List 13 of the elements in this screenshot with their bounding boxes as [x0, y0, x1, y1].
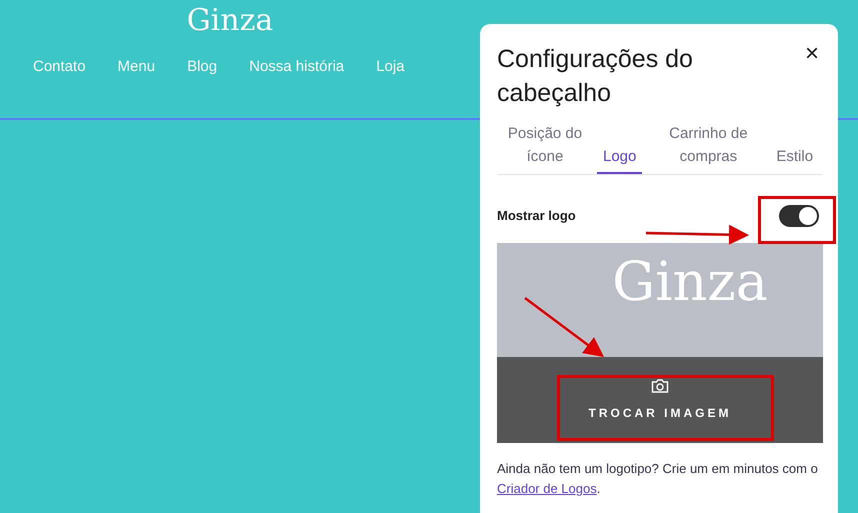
tab[interactable]: Estilo: [770, 145, 820, 174]
close-button[interactable]: ×: [804, 42, 819, 66]
show-logo-label: Mostrar logo: [497, 207, 576, 226]
change-image-button[interactable]: TROCAR IMAGEM: [497, 357, 823, 443]
tab[interactable]: Carrinho de compras: [646, 122, 770, 174]
preview-logo: Ginza: [612, 255, 768, 309]
logo-maker-link[interactable]: Criador de Logos: [497, 481, 597, 496]
tab[interactable]: Posição do ícone: [497, 122, 593, 174]
logo-maker-hint: Ainda não tem um logotipo? Crie um em minutos com o Criador de Logos.: [497, 460, 819, 498]
tab[interactable]: Logo: [597, 145, 642, 174]
panel-title: Configurações do cabeçalho: [497, 44, 694, 109]
camera-icon: [651, 378, 669, 394]
toggle-switch[interactable]: [779, 205, 819, 227]
